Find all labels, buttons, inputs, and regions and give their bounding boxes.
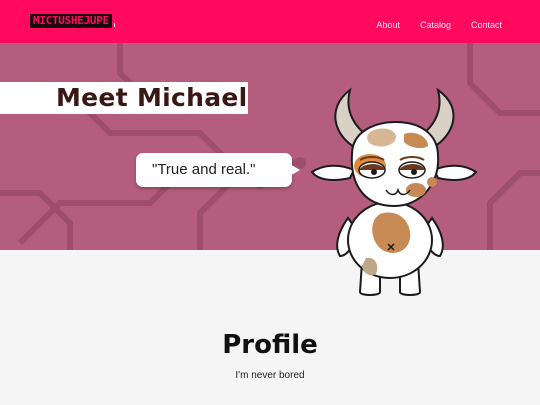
- navbar: MICTUSHEJUPE About Catalog Contact: [0, 0, 540, 43]
- nav-link-contact[interactable]: Contact: [471, 20, 502, 30]
- logo[interactable]: MICTUSHEJUPE: [30, 13, 114, 29]
- nav-menu: About Catalog Contact: [376, 20, 502, 30]
- speech-bubble-quote: "True and real.": [152, 161, 256, 178]
- profile-title: Profile: [222, 330, 318, 360]
- nav-link-about[interactable]: About: [376, 20, 400, 30]
- nav-link-catalog[interactable]: Catalog: [420, 20, 451, 30]
- cow-mascot-illustration: [310, 87, 478, 296]
- hero-title: Meet Michael: [56, 83, 248, 112]
- logo-wordmark: MICTUSHEJUPE: [30, 14, 112, 28]
- speech-bubble-tail: [288, 163, 300, 177]
- profile-subtitle: I'm never bored: [235, 370, 305, 381]
